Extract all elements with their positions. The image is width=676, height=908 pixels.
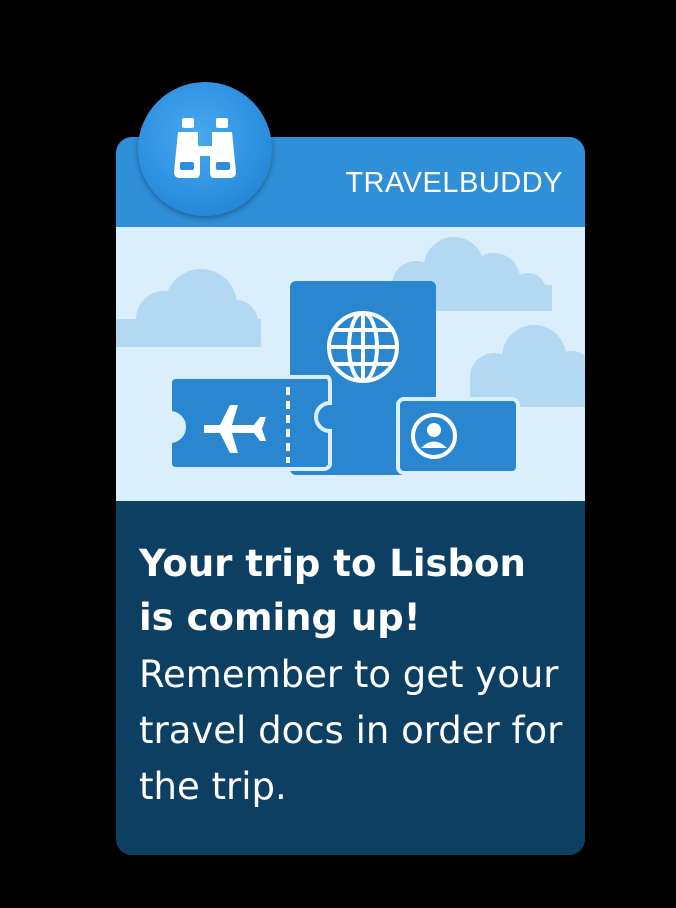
cloud-icon [116, 269, 261, 347]
binoculars-icon [174, 118, 236, 178]
notification-body: Your trip to Lisbon is coming up! Rememb… [116, 501, 585, 855]
cloud-icon [470, 325, 585, 407]
id-card-icon [396, 397, 520, 475]
travel-illustration [116, 227, 585, 501]
plane-ticket-icon [168, 375, 332, 471]
app-name: TRAVELBUDDY [345, 167, 563, 199]
notification-title: Your trip to Lisbon is coming up! [139, 542, 526, 639]
notification-message: Remember to get your travel docs in orde… [139, 653, 563, 808]
app-icon[interactable] [138, 82, 272, 216]
notification-card[interactable]: TRAVELBUDDY Your trip to Lisbon is comin… [116, 137, 585, 855]
